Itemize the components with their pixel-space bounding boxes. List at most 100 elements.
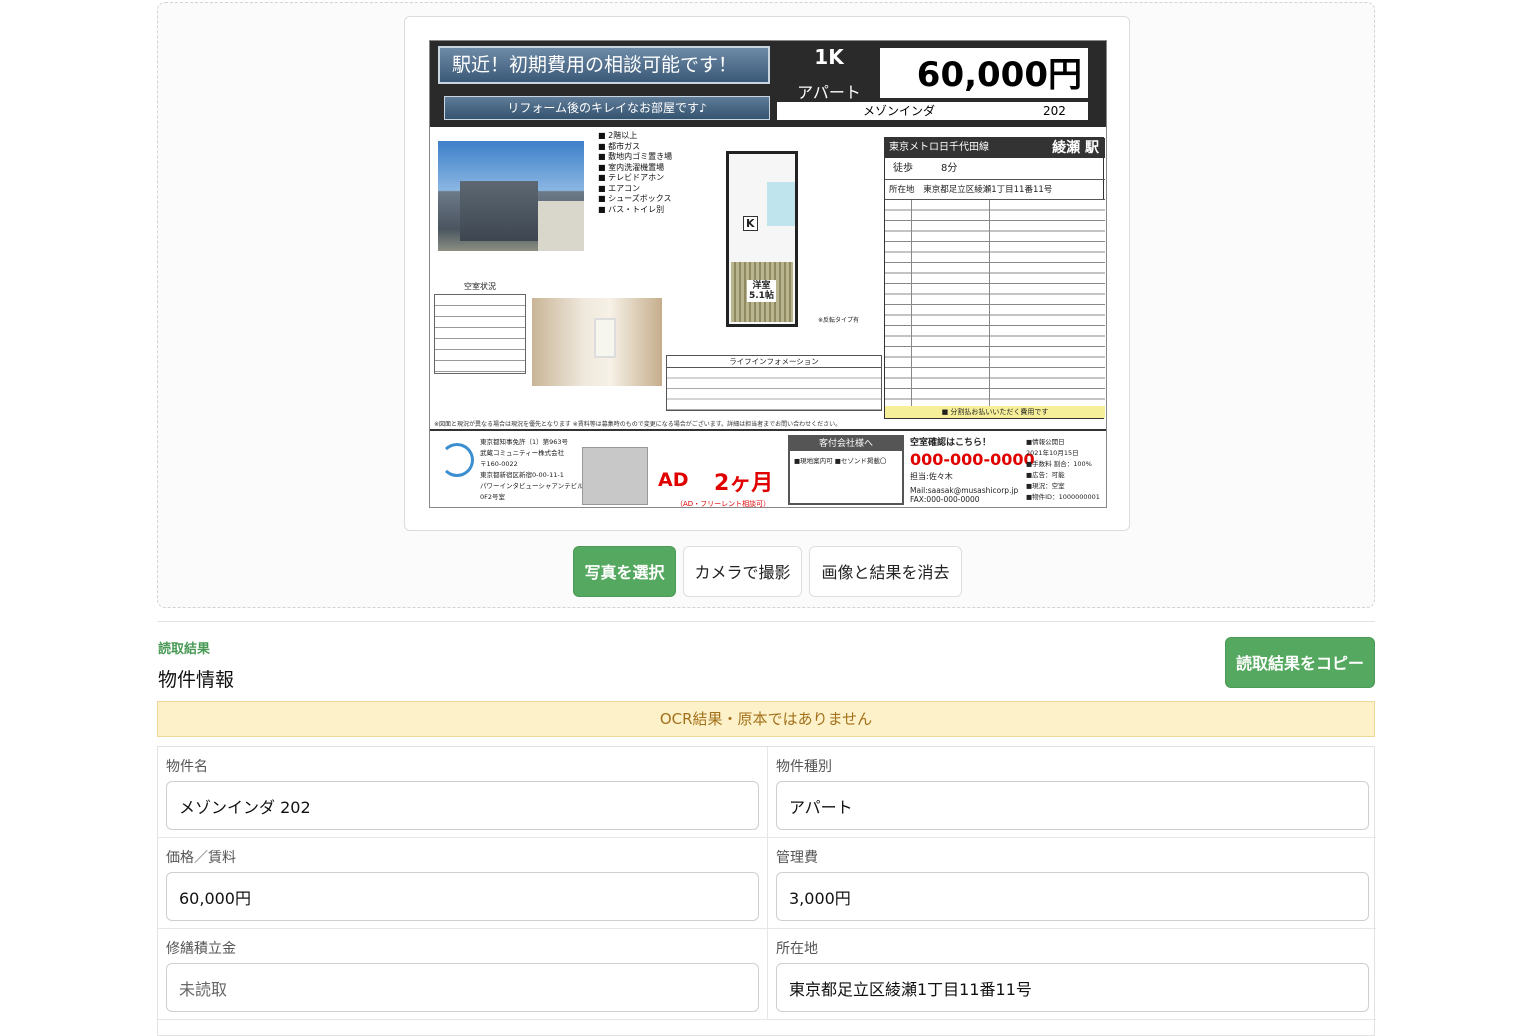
flyer-subcatch: リフォーム後のキレイなお部屋です♪ (444, 96, 770, 120)
vacancy-grid (434, 294, 526, 374)
flyer-price: 60,000円 (880, 48, 1088, 98)
station-line: 東京メトロ日千代田線 綾瀬 駅 (885, 138, 1105, 158)
ocr-warning: OCR結果・原本ではありません (157, 701, 1375, 737)
contact-mail: Mail:saasak@musashicorp.jp (910, 486, 1019, 495)
copy-result-button[interactable]: 読取結果をコピー (1225, 637, 1375, 688)
company-line: 武蔵コミュニティー株式会社 (480, 449, 565, 457)
flyer-catchphrase: 駅近！初期費用の相談可能です！ (438, 46, 770, 84)
camera-button[interactable]: カメラで撮影 (683, 546, 802, 597)
meta-line: ■広告：可能 (1026, 471, 1065, 479)
address-input[interactable] (776, 963, 1369, 1012)
life-title: ライフインフォメーション (667, 356, 881, 368)
property-details-table: 東京メトロ日千代田線 綾瀬 駅 徒歩 8分 所在地 東京都足立区綾瀬1丁目11番… (884, 137, 1105, 419)
select-photo-button[interactable]: 写真を選択 (573, 546, 676, 597)
walk-time: 8分 (941, 163, 958, 174)
contact-title: 空室確認はこちら！ (910, 438, 992, 448)
company-logo-icon (440, 443, 474, 477)
field-address-label: 所在地 (776, 941, 818, 957)
walk-label: 徒歩 (893, 163, 913, 174)
bathroom-area (767, 182, 795, 226)
company-line: 0F2号室 (480, 493, 506, 501)
feature-item: ■ エアコン (598, 183, 641, 193)
flyer-room: 202 (1043, 104, 1066, 118)
plan-note: ※反転タイプ有 (818, 317, 860, 324)
ad-note: （AD・フリーレント相談可） (676, 500, 771, 508)
field-repair: 修繕積立金 (158, 929, 767, 1020)
address-label: 所在地 (889, 185, 915, 195)
feature-item: ■ 2階以上 (598, 131, 638, 140)
flyer-type: アパート (797, 83, 861, 102)
feature-list: ■ 2階以上 ■ 都市ガス ■ 敷地内ゴミ置き場 ■ 室内洗濯機置場 ■ テレビドアホン… (598, 131, 672, 215)
agent-box-text: ■現地案内可 ■セゾンド掲載〇 (794, 457, 887, 465)
company-line: 東京都知事免許（1）第963号 (480, 438, 569, 446)
field-repair-label: 修繕積立金 (166, 941, 236, 957)
agent-box: 客付会社様へ ■現地案内可 ■セゾンド掲載〇 (788, 435, 904, 505)
field-name-label: 物件名 (166, 759, 208, 775)
meta-line: ■手数料 割合：100% (1026, 460, 1092, 468)
flyer-notice: ※図面と現況が異なる場合は現況を優先となります ※賃料等は募集時のもので変更にな… (434, 421, 842, 428)
ad-value: 2ヶ月 (714, 471, 774, 496)
feature-item: ■ バス・トイレ別 (598, 204, 665, 214)
flyer-header: 駅近！初期費用の相談可能です！ リフォーム後のキレイなお部屋です♪ 1K アパー… (430, 41, 1106, 127)
room-label: 洋室 5.1帖 (747, 280, 776, 302)
company-info: 東京都知事免許（1）第963号 武蔵コミュニティー株式会社 〒160-0022 東京都… (480, 437, 590, 503)
field-mgmt-label: 管理費 (776, 850, 818, 866)
life-information: ライフインフォメーション (666, 355, 882, 411)
section-divider (157, 621, 1375, 622)
ad-label: AD (658, 469, 689, 491)
vacancy-title: 空室状況 (464, 282, 496, 291)
upload-panel: 駅近！初期費用の相談可能です！ リフォーム後のキレイなお部屋です♪ 1K アパー… (157, 2, 1375, 608)
address-row: 所在地 東京都足立区綾瀬1丁目11番11号 (885, 180, 1105, 200)
field-price-label: 価格／賃料 (166, 850, 236, 866)
clear-button[interactable]: 画像と結果を消去 (809, 546, 962, 597)
contact-person: 担当:佐々木 (910, 472, 953, 481)
interior-photo (532, 298, 662, 386)
meta-line: ■現況：空室 (1026, 482, 1065, 490)
repair-reserve-input[interactable] (166, 963, 759, 1012)
flyer-namebar: メゾンインダ 202 (777, 102, 1088, 120)
flyer-footer: 東京都知事免許（1）第963号 武蔵コミュニティー株式会社 〒160-0022 東京都… (430, 429, 1106, 508)
feature-item: ■ テレビドアホン (598, 173, 665, 182)
walk-row: 徒歩 8分 (885, 158, 1105, 180)
price-input[interactable] (166, 872, 759, 921)
feature-item: ■ 都市ガス (598, 141, 641, 151)
feature-item: ■ 室内洗濯機置場 (598, 162, 665, 172)
property-flyer-image: 駅近！初期費用の相談可能です！ リフォーム後のキレイなお部屋です♪ 1K アパー… (429, 40, 1107, 508)
meta-line: 2021年10月15日 (1026, 449, 1079, 457)
field-kind: 物件種別 (767, 747, 1376, 838)
field-address: 所在地 (767, 929, 1376, 1020)
contact-fax: FAX:000-000-0000 (910, 495, 980, 504)
placeholder-box (582, 447, 648, 505)
company-line: 東京都新宿区新宿0-00-11-1 (480, 471, 564, 479)
building-side (538, 201, 584, 251)
kitchen-label: K (743, 216, 758, 231)
flyer-meta: ■情報公開日 2021年10月15日 ■手数料 割合：100% ■広告：可能 ■現況：空… (1026, 437, 1100, 503)
payment-note: ■ 分割払お払いいただく費用です (885, 406, 1105, 418)
property-kind-input[interactable] (776, 781, 1369, 830)
floor-plan: K 洋室 5.1帖 (726, 151, 798, 327)
property-form: 物件名 物件種別 価格／賃料 管理費 修繕積立金 所在地 (157, 746, 1376, 1036)
image-preview: 駅近！初期費用の相談可能です！ リフォーム後のキレイなお部屋です♪ 1K アパー… (404, 16, 1130, 531)
result-title: 物件情報 (158, 669, 235, 691)
management-fee-input[interactable] (776, 872, 1369, 921)
result-kicker: 読取結果 (158, 642, 211, 657)
vacancy-table: 空室状況 (434, 281, 526, 411)
field-price: 価格／賃料 (158, 838, 767, 929)
feature-item: ■ シューズボックス (598, 194, 672, 203)
line-name: 東京メトロ日千代田線 (889, 142, 989, 153)
property-name-input[interactable] (166, 781, 759, 830)
building-wall (460, 181, 538, 241)
terms-grid (885, 200, 1105, 408)
company-line: パワーインタビューシャアンテビルズ (480, 482, 591, 490)
contact-block: 空室確認はこちら！ 000-000-0000 担当:佐々木 Mail:saasa… (910, 435, 1035, 504)
feature-item: ■ 敷地内ゴミ置き場 (598, 152, 673, 161)
flyer-layout: 1K (814, 45, 844, 69)
company-line: 〒160-0022 (480, 460, 518, 468)
address-value: 東京都足立区綾瀬1丁目11番11号 (923, 185, 1053, 195)
meta-line: ■情報公開日 (1026, 438, 1065, 446)
agent-box-title: 客付会社様へ (790, 437, 902, 451)
window (594, 318, 616, 358)
field-kind-label: 物件種別 (776, 759, 832, 775)
contact-phone: 000-000-0000 (910, 450, 1035, 469)
flyer-building: メゾンインダ (863, 104, 936, 118)
